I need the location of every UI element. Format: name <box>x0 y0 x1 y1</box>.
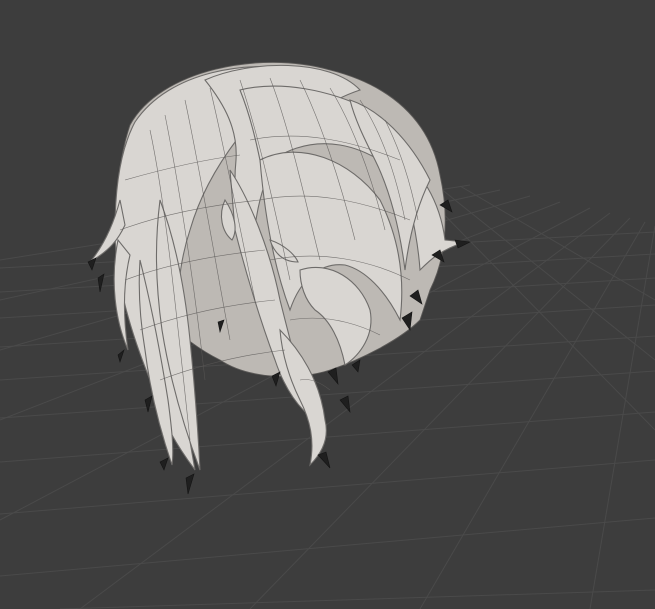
3d-viewport[interactable] <box>0 0 655 609</box>
hair-mesh[interactable] <box>0 0 655 609</box>
